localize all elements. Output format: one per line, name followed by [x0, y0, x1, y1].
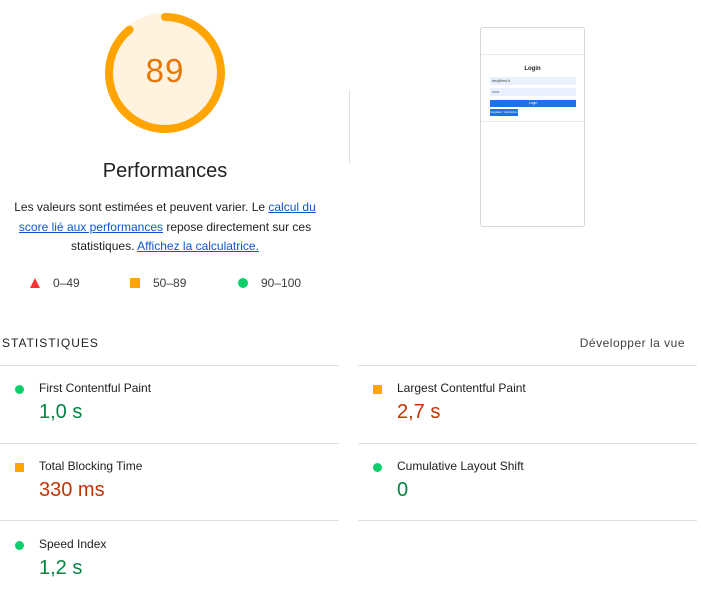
pass-circle-icon — [15, 385, 24, 394]
pass-circle-icon — [373, 463, 382, 472]
metric-name: Cumulative Layout Shift — [397, 459, 524, 473]
triangle-icon — [30, 278, 40, 288]
metric-value: 1,0 s — [39, 401, 83, 423]
metric-name: Largest Contentful Paint — [397, 381, 526, 395]
performance-score: 89 — [145, 52, 185, 89]
average-square-icon — [373, 385, 382, 394]
performance-description: Les valeurs sont estimées et peuvent var… — [6, 198, 324, 257]
metric-value: 330 ms — [39, 479, 105, 501]
screenshot-login-title: Login — [524, 66, 541, 72]
final-screenshot[interactable]: Login test@test.fr •••••• Login Register… — [480, 27, 585, 227]
metric-name: Speed Index — [39, 537, 107, 551]
legend-pass: 90–100 — [238, 276, 301, 290]
screenshot-header-line — [481, 54, 584, 55]
row-divider — [358, 443, 697, 444]
legend-average-range: 50–89 — [153, 276, 187, 290]
screenshot-register-button: Register / Inscription — [490, 109, 518, 116]
row-divider — [0, 520, 339, 521]
pass-circle-icon — [15, 541, 24, 550]
vertical-divider — [349, 90, 350, 164]
metric-value: 2,7 s — [397, 401, 441, 423]
legend-fail-range: 0–49 — [53, 276, 80, 290]
legend-fail: 0–49 — [30, 276, 80, 290]
metric-value: 1,2 s — [39, 557, 83, 579]
legend-pass-range: 90–100 — [261, 276, 302, 290]
average-square-icon — [15, 463, 24, 472]
screenshot-login-button: Login — [490, 100, 576, 107]
row-divider — [358, 365, 697, 366]
row-divider — [358, 520, 697, 521]
screenshot-email-field: test@test.fr — [490, 77, 576, 85]
calculator-link[interactable]: Affichez la calculatrice. — [137, 239, 259, 253]
expand-view-button[interactable]: Développer la vue — [580, 336, 685, 350]
metric-name: First Contentful Paint — [39, 381, 152, 395]
screenshot-password-field: •••••• — [490, 88, 576, 96]
square-icon — [130, 278, 140, 288]
performance-title: Performances — [102, 160, 228, 182]
circle-icon — [238, 278, 248, 288]
legend-average: 50–89 — [130, 276, 186, 290]
row-divider — [0, 443, 339, 444]
description-text-1: Les valeurs sont estimées et peuvent var… — [14, 200, 269, 214]
row-divider — [0, 365, 339, 366]
metric-name: Total Blocking Time — [39, 459, 143, 473]
screenshot-footer-line — [481, 121, 584, 122]
metric-value: 0 — [397, 479, 409, 501]
stats-title: STATISTIQUES — [2, 336, 99, 350]
